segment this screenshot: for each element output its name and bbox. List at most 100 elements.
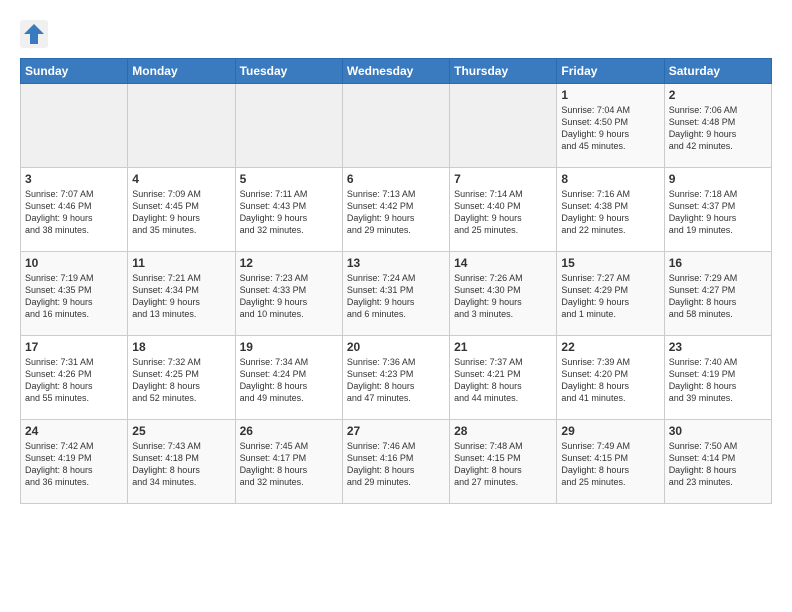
day-info: Sunrise: 7:23 AM Sunset: 4:33 PM Dayligh…: [240, 272, 338, 321]
week-row-1: 3Sunrise: 7:07 AM Sunset: 4:46 PM Daylig…: [21, 168, 772, 252]
week-row-0: 1 Sunrise: 7:04 AM Sunset: 4:50 PM Daylig…: [21, 84, 772, 168]
day-cell: 1 Sunrise: 7:04 AM Sunset: 4:50 PM Daylig…: [557, 84, 664, 168]
day-number: 4: [132, 172, 230, 186]
day-cell: 7 Sunrise: 7:14 AM Sunset: 4:40 PM Daylig…: [450, 168, 557, 252]
weekday-header-tuesday: Tuesday: [235, 59, 342, 84]
day-number: 6: [347, 172, 445, 186]
day-info: Sunrise: 7:14 AM Sunset: 4:40 PM Dayligh…: [454, 188, 552, 237]
header: [20, 20, 772, 48]
day-cell: [21, 84, 128, 168]
day-cell: 12 Sunrise: 7:23 AM Sunset: 4:33 PM Dayli…: [235, 252, 342, 336]
day-number: 20: [347, 340, 445, 354]
day-info: Sunrise: 7:24 AM Sunset: 4:31 PM Dayligh…: [347, 272, 445, 321]
day-info: Sunrise: 7:36 AM Sunset: 4:23 PM Dayligh…: [347, 356, 445, 405]
day-number: 28: [454, 424, 552, 438]
logo: [20, 20, 52, 48]
day-info: Sunrise: 7:13 AM Sunset: 4:42 PM Dayligh…: [347, 188, 445, 237]
day-cell: 25 Sunrise: 7:43 AM Sunset: 4:18 PM Dayli…: [128, 420, 235, 504]
day-info: Sunrise: 7:04 AM Sunset: 4:50 PM Dayligh…: [561, 104, 659, 153]
day-info: Sunrise: 7:27 AM Sunset: 4:29 PM Dayligh…: [561, 272, 659, 321]
day-cell: 28 Sunrise: 7:48 AM Sunset: 4:15 PM Dayli…: [450, 420, 557, 504]
day-info: Sunrise: 7:18 AM Sunset: 4:37 PM Dayligh…: [669, 188, 767, 237]
week-row-3: 17Sunrise: 7:31 AM Sunset: 4:26 PM Dayli…: [21, 336, 772, 420]
day-number: 11: [132, 256, 230, 270]
day-info: Sunrise: 7:16 AM Sunset: 4:38 PM Dayligh…: [561, 188, 659, 237]
day-cell: 30 Sunrise: 7:50 AM Sunset: 4:14 PM Dayli…: [664, 420, 771, 504]
day-info: Sunrise: 7:49 AM Sunset: 4:15 PM Dayligh…: [561, 440, 659, 489]
day-info: Sunrise: 7:26 AM Sunset: 4:30 PM Dayligh…: [454, 272, 552, 321]
day-number: 10: [25, 256, 123, 270]
day-number: 12: [240, 256, 338, 270]
day-number: 8: [561, 172, 659, 186]
day-info: Sunrise: 7:43 AM Sunset: 4:18 PM Dayligh…: [132, 440, 230, 489]
day-number: 19: [240, 340, 338, 354]
day-cell: 9 Sunrise: 7:18 AM Sunset: 4:37 PM Daylig…: [664, 168, 771, 252]
weekday-header-friday: Friday: [557, 59, 664, 84]
day-number: 17: [25, 340, 123, 354]
logo-icon: [20, 20, 48, 48]
day-cell: 16 Sunrise: 7:29 AM Sunset: 4:27 PM Dayli…: [664, 252, 771, 336]
day-cell: 13 Sunrise: 7:24 AM Sunset: 4:31 PM Dayli…: [342, 252, 449, 336]
day-cell: 10 Sunrise: 7:19 AM Sunset: 4:35 PM Dayli…: [21, 252, 128, 336]
day-cell: 5 Sunrise: 7:11 AM Sunset: 4:43 PM Daylig…: [235, 168, 342, 252]
day-number: 29: [561, 424, 659, 438]
weekday-header-sunday: Sunday: [21, 59, 128, 84]
day-info: Sunrise: 7:42 AM Sunset: 4:19 PM Dayligh…: [25, 440, 123, 489]
day-cell: 8 Sunrise: 7:16 AM Sunset: 4:38 PM Daylig…: [557, 168, 664, 252]
weekday-header-thursday: Thursday: [450, 59, 557, 84]
day-number: 1: [561, 88, 659, 102]
day-info: Sunrise: 7:45 AM Sunset: 4:17 PM Dayligh…: [240, 440, 338, 489]
day-cell: 19 Sunrise: 7:34 AM Sunset: 4:24 PM Dayli…: [235, 336, 342, 420]
week-row-2: 10 Sunrise: 7:19 AM Sunset: 4:35 PM Dayli…: [21, 252, 772, 336]
day-number: 25: [132, 424, 230, 438]
day-cell: 17Sunrise: 7:31 AM Sunset: 4:26 PM Dayli…: [21, 336, 128, 420]
day-cell: [128, 84, 235, 168]
day-info: Sunrise: 7:11 AM Sunset: 4:43 PM Dayligh…: [240, 188, 338, 237]
weekday-header-monday: Monday: [128, 59, 235, 84]
day-number: 16: [669, 256, 767, 270]
day-cell: 20 Sunrise: 7:36 AM Sunset: 4:23 PM Dayli…: [342, 336, 449, 420]
day-cell: 14 Sunrise: 7:26 AM Sunset: 4:30 PM Dayli…: [450, 252, 557, 336]
day-info: Sunrise: 7:48 AM Sunset: 4:15 PM Dayligh…: [454, 440, 552, 489]
day-cell: 26 Sunrise: 7:45 AM Sunset: 4:17 PM Dayli…: [235, 420, 342, 504]
day-info: Sunrise: 7:29 AM Sunset: 4:27 PM Dayligh…: [669, 272, 767, 321]
day-number: 15: [561, 256, 659, 270]
day-info: Sunrise: 7:50 AM Sunset: 4:14 PM Dayligh…: [669, 440, 767, 489]
day-cell: 2 Sunrise: 7:06 AM Sunset: 4:48 PM Daylig…: [664, 84, 771, 168]
day-cell: 23Sunrise: 7:40 AM Sunset: 4:19 PM Dayli…: [664, 336, 771, 420]
day-cell: 4 Sunrise: 7:09 AM Sunset: 4:45 PM Daylig…: [128, 168, 235, 252]
day-cell: 27Sunrise: 7:46 AM Sunset: 4:16 PM Dayli…: [342, 420, 449, 504]
day-number: 3: [25, 172, 123, 186]
weekday-header-wednesday: Wednesday: [342, 59, 449, 84]
day-number: 26: [240, 424, 338, 438]
day-number: 14: [454, 256, 552, 270]
week-row-4: 24 Sunrise: 7:42 AM Sunset: 4:19 PM Dayli…: [21, 420, 772, 504]
day-cell: [342, 84, 449, 168]
day-cell: [235, 84, 342, 168]
day-info: Sunrise: 7:21 AM Sunset: 4:34 PM Dayligh…: [132, 272, 230, 321]
day-number: 7: [454, 172, 552, 186]
day-number: 5: [240, 172, 338, 186]
day-info: Sunrise: 7:32 AM Sunset: 4:25 PM Dayligh…: [132, 356, 230, 405]
day-number: 2: [669, 88, 767, 102]
day-info: Sunrise: 7:34 AM Sunset: 4:24 PM Dayligh…: [240, 356, 338, 405]
day-number: 27: [347, 424, 445, 438]
day-number: 9: [669, 172, 767, 186]
day-info: Sunrise: 7:39 AM Sunset: 4:20 PM Dayligh…: [561, 356, 659, 405]
day-info: Sunrise: 7:19 AM Sunset: 4:35 PM Dayligh…: [25, 272, 123, 321]
weekday-header-row: SundayMondayTuesdayWednesdayThursdayFrid…: [21, 59, 772, 84]
day-number: 21: [454, 340, 552, 354]
day-number: 13: [347, 256, 445, 270]
day-info: Sunrise: 7:40 AM Sunset: 4:19 PM Dayligh…: [669, 356, 767, 405]
day-cell: 11 Sunrise: 7:21 AM Sunset: 4:34 PM Dayli…: [128, 252, 235, 336]
day-info: Sunrise: 7:06 AM Sunset: 4:48 PM Dayligh…: [669, 104, 767, 153]
day-cell: 3Sunrise: 7:07 AM Sunset: 4:46 PM Daylig…: [21, 168, 128, 252]
day-cell: 29 Sunrise: 7:49 AM Sunset: 4:15 PM Dayli…: [557, 420, 664, 504]
day-cell: 6 Sunrise: 7:13 AM Sunset: 4:42 PM Daylig…: [342, 168, 449, 252]
day-info: Sunrise: 7:37 AM Sunset: 4:21 PM Dayligh…: [454, 356, 552, 405]
day-number: 30: [669, 424, 767, 438]
day-number: 18: [132, 340, 230, 354]
calendar: SundayMondayTuesdayWednesdayThursdayFrid…: [20, 58, 772, 504]
day-number: 24: [25, 424, 123, 438]
day-info: Sunrise: 7:09 AM Sunset: 4:45 PM Dayligh…: [132, 188, 230, 237]
